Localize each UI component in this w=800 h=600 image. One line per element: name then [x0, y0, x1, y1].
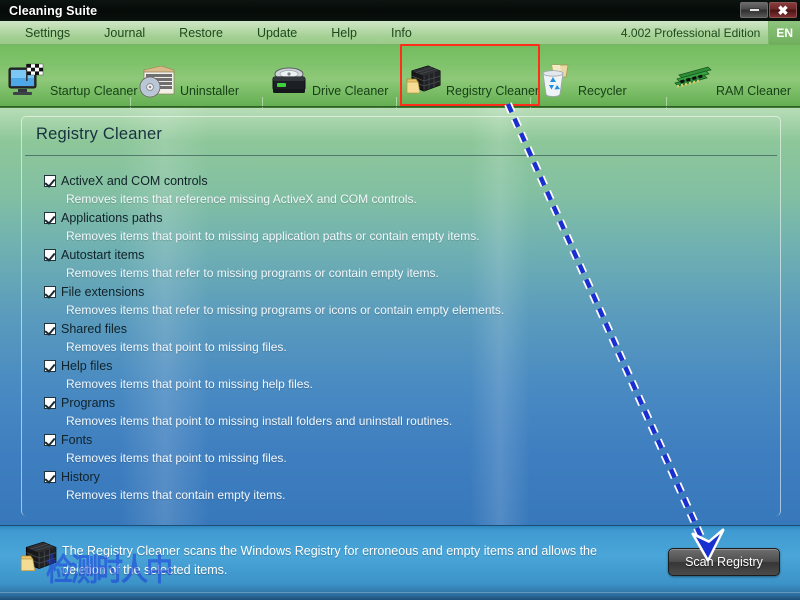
option-item: History Removes items that contain empty… — [44, 469, 744, 503]
memory-module-icon — [672, 63, 714, 99]
option-label: ActiveX and COM controls — [61, 174, 208, 188]
version-label: 4.002 Professional Edition — [620, 26, 761, 40]
toolbar-button-startup-cleaner[interactable]: Startup Cleaner — [6, 47, 138, 105]
option-label: Shared files — [61, 322, 128, 336]
toolbar-button-recycler[interactable]: Recycler — [534, 47, 627, 105]
menu-item-info[interactable]: Info — [384, 22, 419, 44]
option-label: File extensions — [61, 285, 145, 299]
option-label: Programs — [61, 396, 116, 410]
toolbar-label-drive-cleaner: Drive Cleaner — [312, 84, 389, 98]
menu-bar: Settings Journal Restore Update Help Inf… — [0, 21, 800, 45]
monitor-flag-icon — [6, 63, 48, 99]
option-autostart-items[interactable]: Autostart items — [44, 247, 744, 264]
option-description: Removes items that point to missing help… — [66, 377, 313, 391]
menu-item-settings[interactable]: Settings — [18, 22, 77, 44]
checkbox-programs[interactable] — [44, 397, 56, 409]
option-applications-paths[interactable]: Applications paths — [44, 210, 744, 227]
option-label: Autostart items — [61, 248, 145, 262]
checkbox-shared-files[interactable] — [44, 323, 56, 335]
page-title: Registry Cleaner — [36, 125, 163, 143]
option-description: Removes items that refer to missing prog… — [66, 266, 439, 280]
footer-description: The Registry Cleaner scans the Windows R… — [62, 544, 597, 577]
option-description: Removes items that contain empty items. — [66, 488, 286, 502]
toolbar-button-ram-cleaner[interactable]: RAM Cleaner — [672, 47, 791, 105]
toolbar-button-registry-cleaner[interactable]: Registry Cleaner — [402, 47, 539, 105]
toolbar-button-drive-cleaner[interactable]: Drive Cleaner — [268, 47, 388, 105]
registry-options-list: ActiveX and COM controls Removes items t… — [44, 173, 744, 506]
close-button[interactable]: ✖ — [769, 2, 797, 18]
option-programs[interactable]: Programs — [44, 395, 744, 412]
option-shared-files[interactable]: Shared files — [44, 321, 744, 338]
title-bar: Cleaning Suite ✖ — [0, 0, 800, 21]
option-item: Help files Removes items that point to m… — [44, 358, 744, 392]
minimize-button[interactable] — [740, 2, 768, 18]
option-description: Removes items that reference missing Act… — [66, 192, 417, 206]
language-badge[interactable]: EN — [768, 21, 800, 45]
toolbar: Startup Cleaner Uninstaller Drive Cleane… — [0, 44, 800, 115]
recycle-bin-icon — [534, 63, 576, 99]
menu-item-journal[interactable]: Journal — [97, 22, 152, 44]
option-label: Fonts — [61, 433, 93, 447]
option-label: Applications paths — [61, 211, 163, 225]
option-description: Removes items that point to missing inst… — [66, 414, 453, 428]
option-description: Removes items that refer to missing prog… — [66, 303, 505, 317]
registry-cube-icon — [16, 538, 60, 578]
option-item: Shared files Removes items that point to… — [44, 321, 744, 355]
hard-drive-icon — [268, 63, 310, 99]
option-label: Help files — [61, 359, 113, 373]
toolbar-label-startup-cleaner: Startup Cleaner — [50, 84, 138, 98]
option-item: Applications paths Removes items that po… — [44, 210, 744, 244]
title-divider — [25, 155, 777, 156]
checkbox-autostart-items[interactable] — [44, 249, 56, 261]
checkbox-activex-and-com-controls[interactable] — [44, 175, 56, 187]
application-window: Cleaning Suite ✖ Settings Journal Restor… — [0, 0, 800, 600]
option-item: ActiveX and COM controls Removes items t… — [44, 173, 744, 207]
option-help-files[interactable]: Help files — [44, 358, 744, 375]
option-item: File extensions Removes items that refer… — [44, 284, 744, 318]
option-label: History — [61, 470, 100, 484]
option-item: Autostart items Removes items that refer… — [44, 247, 744, 281]
toolbar-button-uninstaller[interactable]: Uninstaller — [136, 47, 239, 105]
option-item: Programs Removes items that point to mis… — [44, 395, 744, 429]
option-description: Removes items that point to missing file… — [66, 340, 287, 354]
software-box-cd-icon — [136, 63, 178, 99]
window-title: Cleaning Suite — [9, 3, 98, 18]
menu-item-restore[interactable]: Restore — [172, 22, 230, 44]
toolbar-label-ram-cleaner: RAM Cleaner — [716, 84, 792, 98]
option-description: Removes items that point to missing appl… — [66, 229, 480, 243]
checkbox-fonts[interactable] — [44, 434, 56, 446]
menu-item-update[interactable]: Update — [250, 22, 304, 44]
checkbox-file-extensions[interactable] — [44, 286, 56, 298]
option-file-extensions[interactable]: File extensions — [44, 284, 744, 301]
toolbar-label-registry-cleaner: Registry Cleaner — [446, 84, 540, 98]
menu-bar-right: 4.002 Professional Edition EN — [621, 21, 800, 45]
option-fonts[interactable]: Fonts — [44, 432, 744, 449]
checkbox-history[interactable] — [44, 471, 56, 483]
toolbar-label-uninstaller: Uninstaller — [180, 84, 240, 98]
registry-cube-icon — [402, 63, 444, 99]
menu-item-help[interactable]: Help — [324, 22, 364, 44]
checkbox-applications-paths[interactable] — [44, 212, 56, 224]
option-description: Removes items that point to missing file… — [66, 451, 287, 465]
scan-registry-button[interactable]: Scan Registry — [668, 548, 780, 576]
close-icon: ✖ — [777, 2, 789, 18]
toolbar-label-recycler: Recycler — [578, 84, 627, 98]
checkbox-help-files[interactable] — [44, 360, 56, 372]
window-controls: ✖ — [740, 2, 797, 18]
option-activex-and-com-controls[interactable]: ActiveX and COM controls — [44, 173, 744, 190]
option-history[interactable]: History — [44, 469, 744, 486]
option-item: Fonts Removes items that point to missin… — [44, 432, 744, 466]
minimize-icon — [748, 8, 760, 12]
